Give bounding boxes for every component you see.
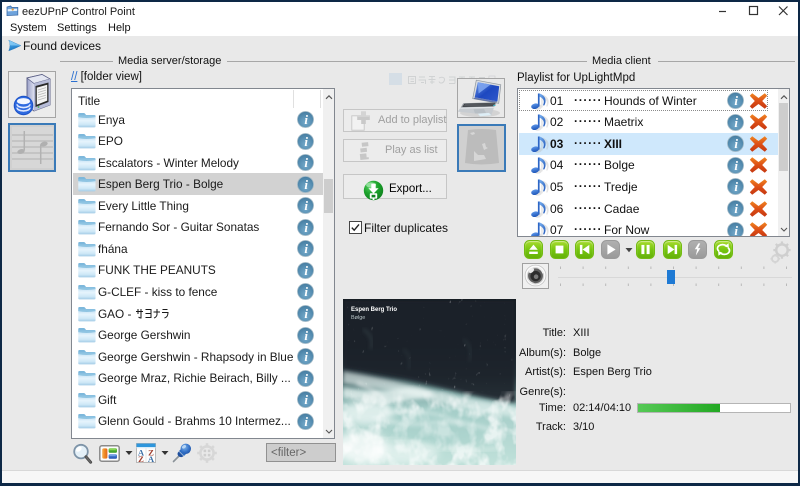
svg-text:i: i	[304, 241, 308, 256]
svg-text:i: i	[304, 155, 308, 170]
svg-text:i: i	[304, 371, 308, 386]
svg-text:i: i	[734, 136, 738, 151]
svg-text:i: i	[734, 223, 738, 237]
svg-text:i: i	[304, 285, 308, 300]
svg-text:i: i	[304, 134, 308, 149]
svg-text:i: i	[734, 180, 738, 195]
svg-text:i: i	[734, 115, 738, 130]
svg-text:i: i	[304, 198, 308, 213]
svg-text:i: i	[734, 93, 738, 108]
svg-text:i: i	[734, 158, 738, 173]
svg-text:i: i	[304, 263, 308, 278]
svg-text:i: i	[734, 201, 738, 216]
svg-text:i: i	[304, 349, 308, 364]
svg-text:i: i	[304, 392, 308, 407]
svg-text:Espen Berg Trio: Espen Berg Trio	[351, 307, 397, 313]
svg-text:i: i	[304, 306, 308, 321]
svg-text:A: A	[148, 454, 155, 463]
svg-text:i: i	[304, 414, 308, 429]
svg-text:i: i	[304, 112, 308, 127]
svg-text:i: i	[304, 177, 308, 192]
svg-text:Bølge: Bølge	[351, 315, 365, 321]
svg-text:i: i	[304, 328, 308, 343]
svg-text:i: i	[304, 220, 308, 235]
svg-text:Z: Z	[138, 454, 144, 463]
